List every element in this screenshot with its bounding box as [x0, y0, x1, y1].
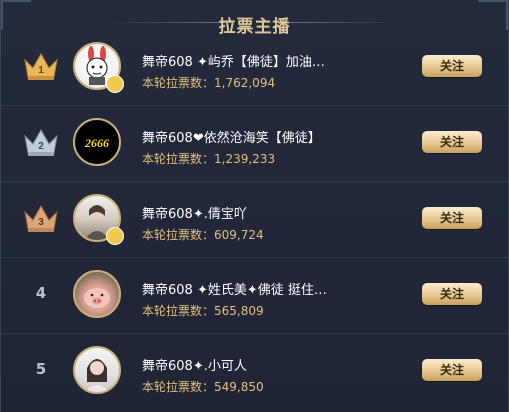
- vote-value: 549,850: [214, 380, 264, 394]
- anchor-row: 2 2666 舞帝608❤依然沧海笑【佛徒】 本轮拉票数：1,239,233 关…: [1, 106, 508, 182]
- follow-button[interactable]: 关注: [422, 359, 482, 381]
- anchor-name: 舞帝608❤依然沧海笑【佛徒】: [142, 131, 321, 146]
- vote-count: 本轮拉票数：1,239,233: [142, 150, 275, 167]
- avatar[interactable]: [73, 346, 121, 394]
- title-divider: [111, 22, 231, 23]
- vote-value: 565,809: [214, 304, 264, 318]
- vote-count: 本轮拉票数：565,809: [142, 302, 264, 319]
- follow-button[interactable]: 关注: [422, 131, 482, 153]
- rank-number: 2: [38, 141, 44, 152]
- vote-anchor-panel: 拉票主播 1 舞帝608 ✦屿乔【佛徒】加油… 本轮拉票数：1,762,094 …: [0, 0, 509, 412]
- vote-count: 本轮拉票数：609,724: [142, 226, 264, 243]
- level-badge-icon: [106, 227, 124, 245]
- vote-label: 本轮拉票数：: [142, 304, 215, 318]
- follow-button[interactable]: 关注: [422, 55, 482, 77]
- vote-label: 本轮拉票数：: [142, 380, 215, 394]
- anchor-row: 4 舞帝608 ✦姓氏美✦佛徒 挺住… 本轮拉票数：565,809 关注: [1, 258, 508, 334]
- anchor-row: 3 舞帝608✦.倩宝吖 本轮拉票数：609,724 关注: [1, 182, 508, 258]
- anchor-row: 5 舞帝608✦.小可人 本轮拉票数：549,850 关注: [1, 334, 508, 409]
- follow-button[interactable]: 关注: [422, 207, 482, 229]
- silver-crown-icon: 2: [24, 128, 58, 156]
- anchor-name: 舞帝608 ✦屿乔【佛徒】加油…: [142, 55, 325, 70]
- vote-count: 本轮拉票数：549,850: [142, 378, 264, 395]
- pig-avatar-icon: [84, 288, 110, 308]
- anchor-row: 1 舞帝608 ✦屿乔【佛徒】加油… 本轮拉票数：1,762,094 关注: [1, 30, 508, 106]
- bronze-crown-icon: 3: [24, 204, 58, 232]
- level-badge-icon: [106, 75, 124, 93]
- vote-label: 本轮拉票数：: [142, 76, 215, 90]
- rank-number: 5: [35, 360, 47, 378]
- portrait-avatar-icon: [85, 359, 109, 392]
- vote-label: 本轮拉票数：: [142, 228, 215, 242]
- avatar[interactable]: [73, 270, 121, 318]
- gold-crown-icon: 1: [24, 52, 58, 80]
- avatar-text: 2666: [84, 136, 109, 150]
- vote-value: 1,239,233: [214, 152, 276, 166]
- anchor-name: 舞帝608✦.小可人: [142, 359, 247, 374]
- vote-value: 1,762,094: [214, 76, 276, 90]
- rank-number: 3: [38, 217, 44, 228]
- anchor-name: 舞帝608 ✦姓氏美✦佛徒 挺住…: [142, 283, 327, 298]
- avatar[interactable]: 2666: [73, 118, 121, 166]
- follow-button[interactable]: 关注: [422, 283, 482, 305]
- vote-label: 本轮拉票数：: [142, 152, 215, 166]
- vote-value: 609,724: [214, 228, 264, 242]
- rank-number: 1: [38, 65, 44, 76]
- anchor-name: 舞帝608✦.倩宝吖: [142, 207, 247, 222]
- avatar-text-logo: 2666: [84, 136, 109, 150]
- vote-count: 本轮拉票数：1,762,094: [142, 74, 275, 91]
- anchor-list: 1 舞帝608 ✦屿乔【佛徒】加油… 本轮拉票数：1,762,094 关注 2 …: [1, 30, 508, 409]
- title-divider: [278, 22, 398, 23]
- rank-number: 4: [35, 284, 47, 302]
